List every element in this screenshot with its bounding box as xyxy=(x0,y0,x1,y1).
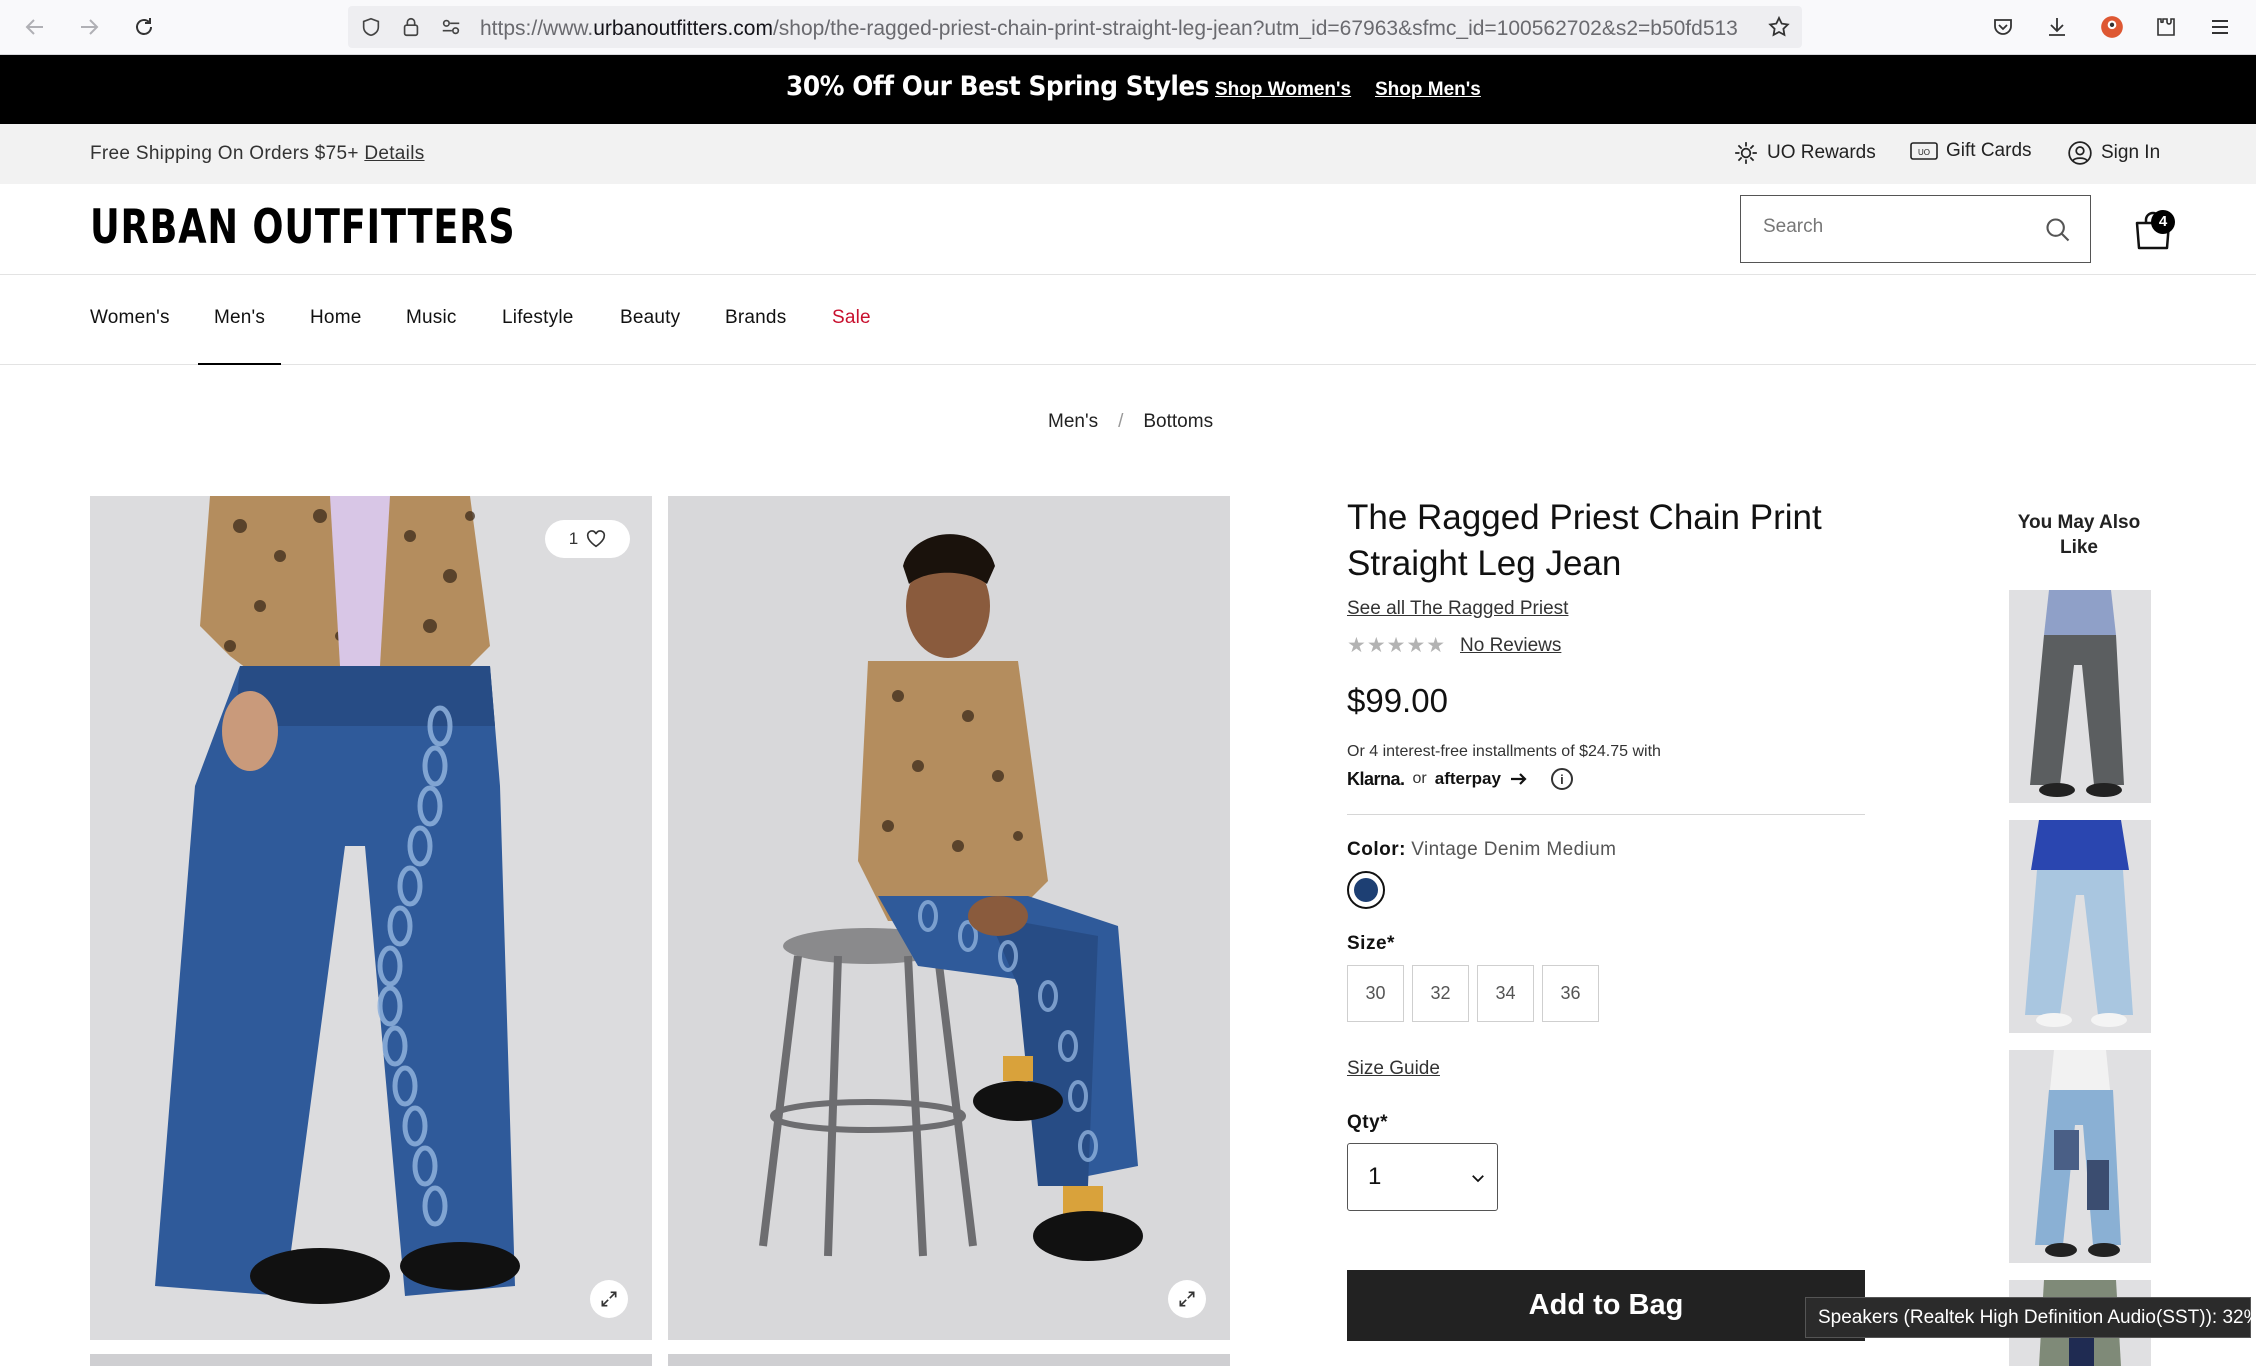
download-icon[interactable] xyxy=(2040,10,2074,44)
breadcrumb-separator: / xyxy=(1118,411,1124,432)
heart-icon xyxy=(587,530,606,548)
url-text[interactable]: https://www.urbanoutfitters.com/shop/the… xyxy=(480,17,1750,41)
lock-icon[interactable] xyxy=(398,14,424,40)
nav-sale[interactable]: Sale xyxy=(832,307,871,329)
reviews-link[interactable]: No Reviews xyxy=(1460,635,1561,657)
size-option-36[interactable]: 36 xyxy=(1542,965,1599,1022)
next-image-row-1 xyxy=(90,1354,652,1366)
color-swatch-vintage-denim[interactable] xyxy=(1347,871,1385,909)
search-input[interactable] xyxy=(1763,216,2023,238)
product-price: $99.00 xyxy=(1347,682,1448,719)
size-option-32[interactable]: 32 xyxy=(1412,965,1469,1022)
nav-home[interactable]: Home xyxy=(310,307,361,329)
uo-rewards-link[interactable]: UO Rewards xyxy=(1733,140,1876,166)
recommendation-item[interactable] xyxy=(2009,1050,2151,1263)
shop-womens-link[interactable]: Shop Women's xyxy=(1215,79,1351,101)
nav-beauty[interactable]: Beauty xyxy=(620,307,680,329)
or-text: or xyxy=(1412,770,1427,787)
qty-label: Qty* xyxy=(1347,1112,1389,1133)
size-label: Size* xyxy=(1347,933,1395,954)
shop-mens-link[interactable]: Shop Men's xyxy=(1375,79,1481,101)
installments-text: Or 4 interest-free installments of $24.7… xyxy=(1347,743,1661,760)
breadcrumb-mens[interactable]: Men's xyxy=(1048,411,1098,433)
back-arrow-icon[interactable] xyxy=(18,10,52,44)
expand-image-button-1[interactable] xyxy=(590,1280,628,1318)
expand-image-button-2[interactable] xyxy=(1168,1280,1206,1318)
extensions-puzzle-icon[interactable] xyxy=(2149,10,2183,44)
nav-mens[interactable]: Men's xyxy=(214,307,265,329)
size-option-30[interactable]: 30 xyxy=(1347,965,1404,1022)
product-image-front[interactable] xyxy=(90,496,652,1340)
pocket-icon[interactable] xyxy=(1986,10,2020,44)
recommendations-title: You May Also Like xyxy=(2017,512,2141,558)
recommendation-item[interactable] xyxy=(2009,590,2151,803)
rating-stars[interactable]: ★★★★★ xyxy=(1347,633,1446,658)
shield-icon[interactable] xyxy=(358,14,384,40)
reload-icon[interactable] xyxy=(127,10,161,44)
extension-duckduckgo-icon[interactable] xyxy=(2095,10,2129,44)
site-logo[interactable]: URBAN OUTFITTERS xyxy=(90,200,515,255)
nav-brands[interactable]: Brands xyxy=(725,307,786,329)
svg-text:UO: UO xyxy=(1918,148,1930,157)
breadcrumb-bottoms[interactable]: Bottoms xyxy=(1143,411,1213,433)
recommendation-item[interactable] xyxy=(2009,820,2151,1033)
quantity-value: 1 xyxy=(1368,1163,1382,1190)
klarna-logo: Klarna. xyxy=(1347,768,1405,789)
user-icon xyxy=(2068,141,2092,165)
quantity-select[interactable]: 1 xyxy=(1347,1143,1498,1211)
product-image-seated[interactable] xyxy=(668,496,1230,1340)
color-value: Vintage Denim Medium xyxy=(1411,839,1617,860)
divider xyxy=(1347,814,1865,815)
afterpay-arrow-icon xyxy=(1510,773,1527,785)
afterpay-logo: afterpay xyxy=(1434,769,1501,788)
search-icon[interactable] xyxy=(2044,216,2072,244)
sign-in-link[interactable]: Sign In xyxy=(2067,140,2160,166)
promo-title: 30% Off Our Best Spring Styles xyxy=(786,71,1210,102)
wishlist-count: 1 xyxy=(568,529,579,548)
size-option-34[interactable]: 34 xyxy=(1477,965,1534,1022)
add-to-bag-button[interactable]: Add to Bag xyxy=(1347,1270,1865,1341)
gift-card-icon: UO xyxy=(1910,142,1938,160)
next-image-row-2 xyxy=(668,1354,1230,1366)
expand-icon xyxy=(601,1291,617,1307)
shipping-notice: Free Shipping On Orders $75+ Details xyxy=(90,143,425,164)
nav-lifestyle[interactable]: Lifestyle xyxy=(502,307,574,329)
nav-womens[interactable]: Women's xyxy=(90,307,170,329)
utility-bar: Free Shipping On Orders $75+ Details UO … xyxy=(0,124,2256,184)
brand-link[interactable]: See all The Ragged Priest xyxy=(1347,598,1568,620)
rewards-sun-icon xyxy=(1735,142,1757,164)
address-bar[interactable]: https://www.urbanoutfitters.com/shop/the… xyxy=(348,6,1802,48)
forward-arrow-icon[interactable] xyxy=(72,10,106,44)
nav-music[interactable]: Music xyxy=(406,307,457,329)
active-nav-indicator xyxy=(198,363,281,365)
main-navigation: Women's Men's Home Music Lifestyle Beaut… xyxy=(0,274,2256,365)
color-label: Color: Vintage Denim Medium xyxy=(1347,839,1617,860)
bag-count-badge: 4 xyxy=(2151,210,2175,234)
promo-banner: 30% Off Our Best Spring Styles Shop Wome… xyxy=(0,55,2256,124)
gift-cards-link[interactable]: UO Gift Cards xyxy=(1910,140,2032,162)
bookmark-star-icon[interactable] xyxy=(1766,14,1792,40)
info-icon[interactable]: i xyxy=(1550,768,1573,790)
hamburger-menu-icon[interactable] xyxy=(2203,10,2237,44)
size-guide-link[interactable]: Size Guide xyxy=(1347,1058,1440,1080)
chevron-down-icon xyxy=(1469,1166,1487,1194)
product-title: The Ragged Priest Chain Print Straight L… xyxy=(1347,498,1822,583)
volume-tooltip: Speakers (Realtek High Definition Audio(… xyxy=(1805,1297,2256,1338)
shipping-details-link[interactable]: Details xyxy=(364,143,424,164)
wishlist-button[interactable]: 1 xyxy=(545,520,630,558)
browser-toolbar: https://www.urbanoutfitters.com/shop/the… xyxy=(0,0,2256,55)
permissions-icon[interactable] xyxy=(438,14,464,40)
search-box[interactable] xyxy=(1740,195,2091,263)
expand-icon xyxy=(1179,1291,1195,1307)
payment-options: Klarna. or afterpay i xyxy=(1347,768,1573,790)
breadcrumb: Men's / Bottoms xyxy=(1048,411,1213,433)
